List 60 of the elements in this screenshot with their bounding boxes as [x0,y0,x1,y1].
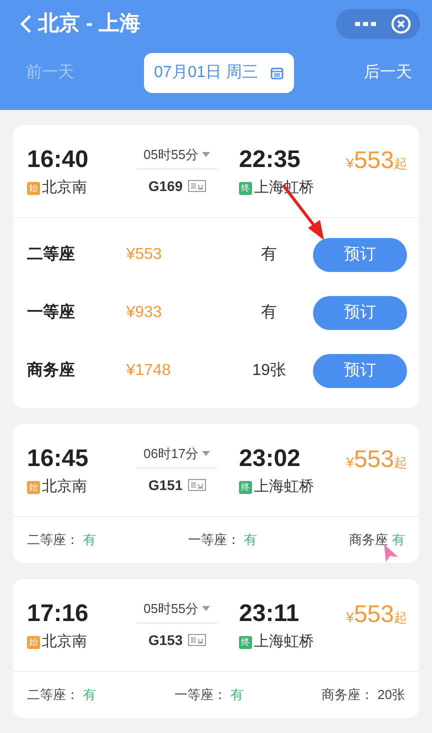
seat-availability: 有 [244,531,257,550]
seat-class: 二等座 [27,244,76,265]
origin-badge: 始 [27,480,40,494]
seat-availability: 有 [260,245,278,265]
seat-availability: 19张 [251,360,287,381]
lowest-price: ¥553起 [345,600,407,630]
terminal-badge: 终 [239,182,252,195]
caret-icon [202,451,210,456]
train-card[interactable]: 17:16 始 北京南 05时55分 G153 23:11 终 上海虹桥 ¥553起 二等座： 有 一等座： 有 商务座： 20张 [13,579,419,718]
departure-station: 北京南 [42,477,87,497]
duration-dropdown[interactable]: 06时17分 [137,444,217,468]
seat-class: 一等座 [27,302,76,323]
seat-class: 商务座： [322,686,374,704]
terminal-badge: 终 [239,636,252,649]
back-icon[interactable] [20,14,32,34]
seat-class: 商务座 [27,360,76,381]
seat-availability: 有 [392,531,405,550]
duration-dropdown[interactable]: 05时55分 [137,599,217,624]
seat-class: 一等座： [174,686,226,704]
departure-station: 北京南 [42,632,87,652]
seat-availability: 有 [83,531,96,550]
caret-icon [202,606,210,612]
lowest-price: ¥553起 [345,146,407,176]
departure-station: 北京南 [42,178,87,198]
seat-availability: 有 [260,303,278,323]
seat-availability: 20张 [378,686,405,704]
seat-price: ¥553 [126,245,163,265]
seat-availability: 有 [83,686,96,704]
origin-badge: 始 [27,636,40,649]
train-card[interactable]: 16:45 始 北京南 06时17分 G151 23:02 终 上海虹桥 ¥553起 二等座： 有 一等座： 有 商务座 有 [13,424,419,563]
lowest-price: ¥553起 [345,445,407,475]
train-number: G153 [148,630,183,650]
train-number: G169 [148,176,183,196]
seat-class: 一等座： [188,531,240,550]
calendar-icon [270,66,284,80]
departure-time: 16:45 [27,444,90,474]
seat-class: 二等座： [27,531,79,550]
duration-dropdown[interactable]: 05时55分 [137,145,217,170]
departure-time: 17:16 [27,599,90,629]
arrival-station: 上海虹桥 [254,632,314,652]
arrival-time: 22:35 [239,145,302,175]
page-title: 北京 - 上海 [38,10,141,38]
departure-time: 16:40 [27,145,90,175]
caret-icon [202,152,210,158]
train-number: G151 [148,476,183,494]
seat-class: 二等座： [27,686,79,704]
ticket-icon [188,479,206,491]
seat-class: 商务座 [349,531,388,550]
seat-price: ¥933 [126,303,163,323]
arrival-station: 上海虹桥 [254,477,314,497]
ticket-icon [188,634,206,646]
terminal-badge: 终 [239,480,252,494]
origin-badge: 始 [27,182,40,195]
close-icon[interactable] [390,13,412,35]
seat-availability: 有 [230,686,244,704]
more-icon[interactable] [352,19,378,29]
arrival-time: 23:02 [239,444,302,474]
ticket-icon [188,180,206,192]
seat-price: ¥1748 [126,361,172,381]
arrival-time: 23:11 [239,599,300,629]
